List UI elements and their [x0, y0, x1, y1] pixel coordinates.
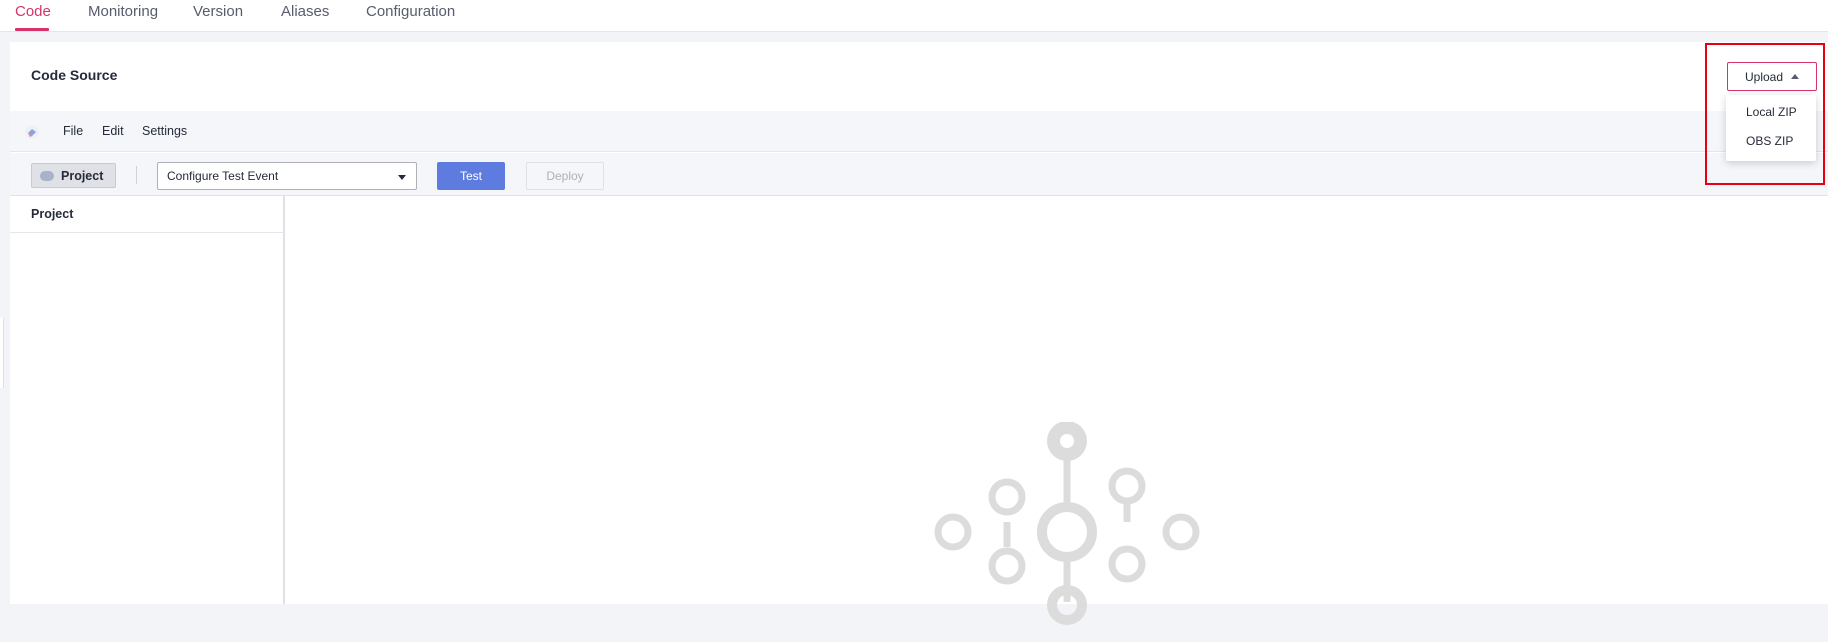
project-toggle-button[interactable]: Project: [31, 163, 116, 188]
tab-configuration[interactable]: Configuration: [366, 2, 455, 22]
editor-menubar: File Edit Settings: [10, 111, 1828, 152]
menu-edit[interactable]: Edit: [102, 124, 124, 138]
editor-logo-icon: [25, 125, 39, 139]
test-event-select[interactable]: Configure Test Event: [157, 162, 417, 190]
tab-aliases[interactable]: Aliases: [281, 2, 329, 22]
cloud-icon: [40, 170, 54, 181]
project-button-label: Project: [61, 168, 104, 183]
project-panel: Project: [10, 196, 285, 604]
menu-file[interactable]: File: [63, 124, 83, 138]
test-event-select-value: Configure Test Event: [167, 169, 279, 183]
project-panel-title: Project: [31, 207, 74, 221]
project-panel-header: Project: [10, 196, 285, 233]
test-button[interactable]: Test: [437, 162, 505, 190]
deploy-button[interactable]: Deploy: [526, 162, 604, 190]
code-source-card: Code Source File Edit Settings Project C…: [10, 42, 1828, 625]
toolbar-divider: [136, 166, 137, 184]
chevron-down-icon: [398, 175, 406, 180]
editor-toolbar: Project Configure Test Event Test Deploy: [10, 153, 1828, 196]
editor-area: [287, 196, 1828, 625]
tab-version[interactable]: Version: [193, 2, 243, 22]
left-edge-handle: [0, 318, 4, 388]
empty-state-illustration-icon: [934, 422, 1200, 625]
card-title: Code Source: [31, 67, 118, 83]
active-tab-indicator: [15, 28, 49, 31]
top-tab-bar: Code Monitoring Version Aliases Configur…: [0, 0, 1828, 32]
annotation-highlight-box: [1705, 43, 1825, 185]
menu-settings[interactable]: Settings: [142, 124, 187, 138]
tab-code[interactable]: Code: [15, 2, 51, 22]
tab-monitoring[interactable]: Monitoring: [88, 2, 158, 22]
